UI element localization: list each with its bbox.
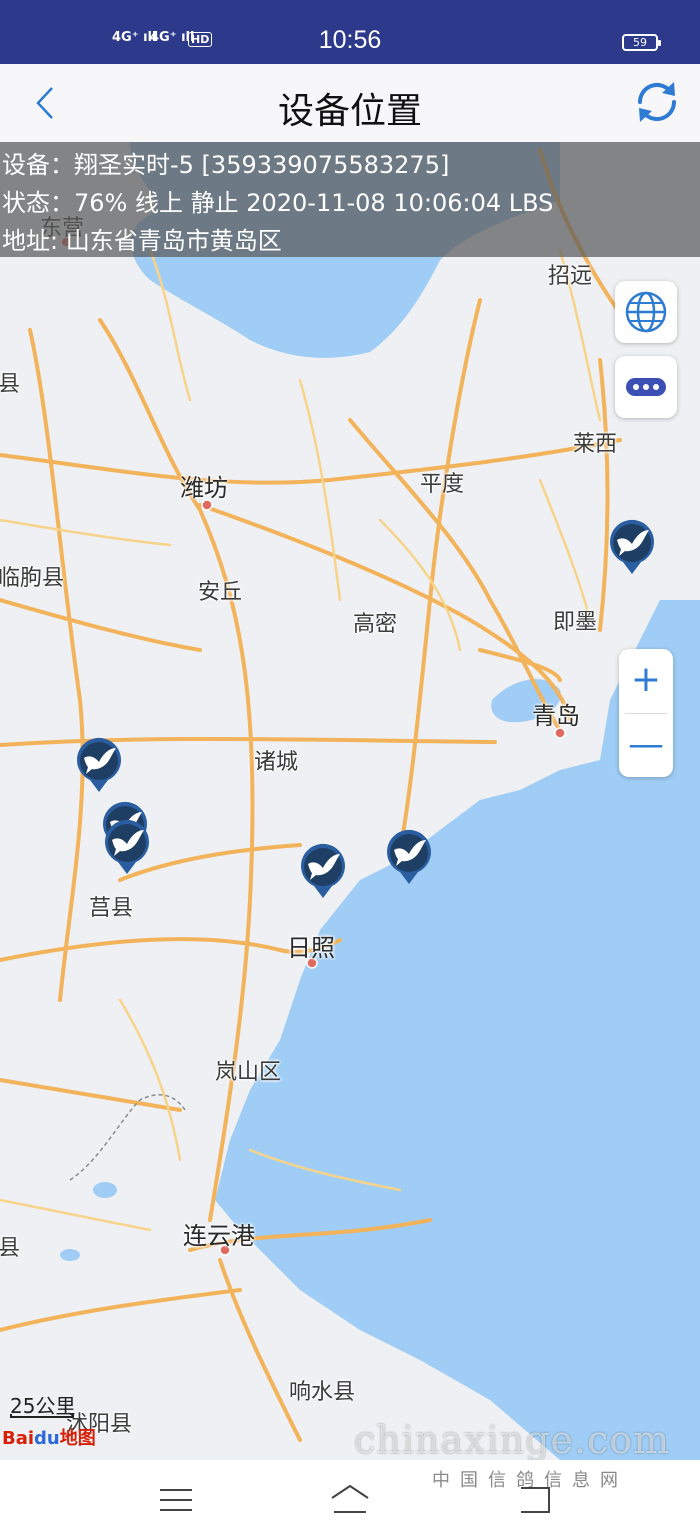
pigeon-marker-icon[interactable] (607, 518, 657, 576)
map-label: 县 (0, 372, 21, 397)
map-label: 响水县 (289, 1380, 356, 1405)
map-label: 县 (0, 1236, 21, 1261)
map-view[interactable]: 东营 招远 县 莱西 潍坊 平度 临朐县 安丘 高密 即墨 青岛 诸城 莒县 日… (0, 142, 700, 1460)
zoom-control: + — (619, 649, 673, 777)
status-bar: 4G⁺ ıll 4G⁺ ıll HD 10:56 59 (0, 0, 700, 64)
zoom-out-button[interactable]: — (619, 714, 673, 778)
map-label: 高密 (353, 612, 398, 637)
screen: 4G⁺ ıll 4G⁺ ıll HD 10:56 59 设备位置 招远 县 莱西… (0, 0, 700, 1540)
watermark-text: chinaxinge.com (354, 1418, 671, 1462)
battery-indicator: 59 (622, 34, 661, 51)
refresh-button[interactable] (632, 76, 682, 128)
device-info-panel: 设备：翔圣实时-5 [359339075583275] 状态：76% 线上 静止… (0, 142, 700, 257)
device-line: 设备：翔圣实时-5 [359339075583275] (2, 151, 450, 179)
address-line: 地址: 山东省青岛市黄岛区 (2, 227, 282, 255)
app-header: 设备位置 (0, 64, 700, 142)
map-label: 诸城 (254, 750, 299, 775)
clock: 10:56 (318, 26, 382, 54)
map-label: 即墨 (553, 610, 598, 635)
map-label: 潍坊 (180, 474, 228, 502)
map-label: 岚山区 (215, 1060, 282, 1085)
baidu-map-logo: Baidu地图 (2, 1428, 96, 1449)
more-button[interactable] (615, 356, 677, 418)
home-icon[interactable] (328, 1480, 372, 1520)
map-label: 青岛 (532, 702, 580, 730)
map-label: 临朐县 (0, 566, 65, 591)
map-label: 日照 (287, 934, 335, 962)
watermark-subtitle: 中国信鸽信息网 (432, 1470, 628, 1491)
pigeon-marker-icon[interactable] (298, 842, 348, 900)
more-icon (626, 378, 666, 396)
pigeon-marker-icon[interactable] (102, 818, 152, 876)
refresh-icon (637, 82, 677, 122)
menu-icon[interactable] (154, 1480, 198, 1520)
map-label: 安丘 (198, 580, 243, 605)
page-title: 设备位置 (277, 91, 422, 132)
status-line: 状态：76% 线上 静止 2020-11-08 10:06:04 LBS (2, 189, 554, 217)
zoom-in-button[interactable]: + (619, 649, 673, 713)
pigeon-marker-icon[interactable] (384, 828, 434, 886)
map-label: 平度 (420, 472, 465, 497)
map-label: 连云港 (183, 1222, 255, 1250)
globe-icon (625, 291, 667, 333)
map-layer-button[interactable] (615, 281, 677, 343)
map-scale-bar (10, 1414, 74, 1418)
map-label: 招远 (548, 264, 593, 289)
map-label: 莒县 (89, 896, 134, 921)
map-label: 莱西 (573, 432, 618, 457)
pigeon-marker-icon[interactable] (74, 736, 124, 794)
system-nav-bar: 中国信鸽信息网 (0, 1460, 700, 1540)
